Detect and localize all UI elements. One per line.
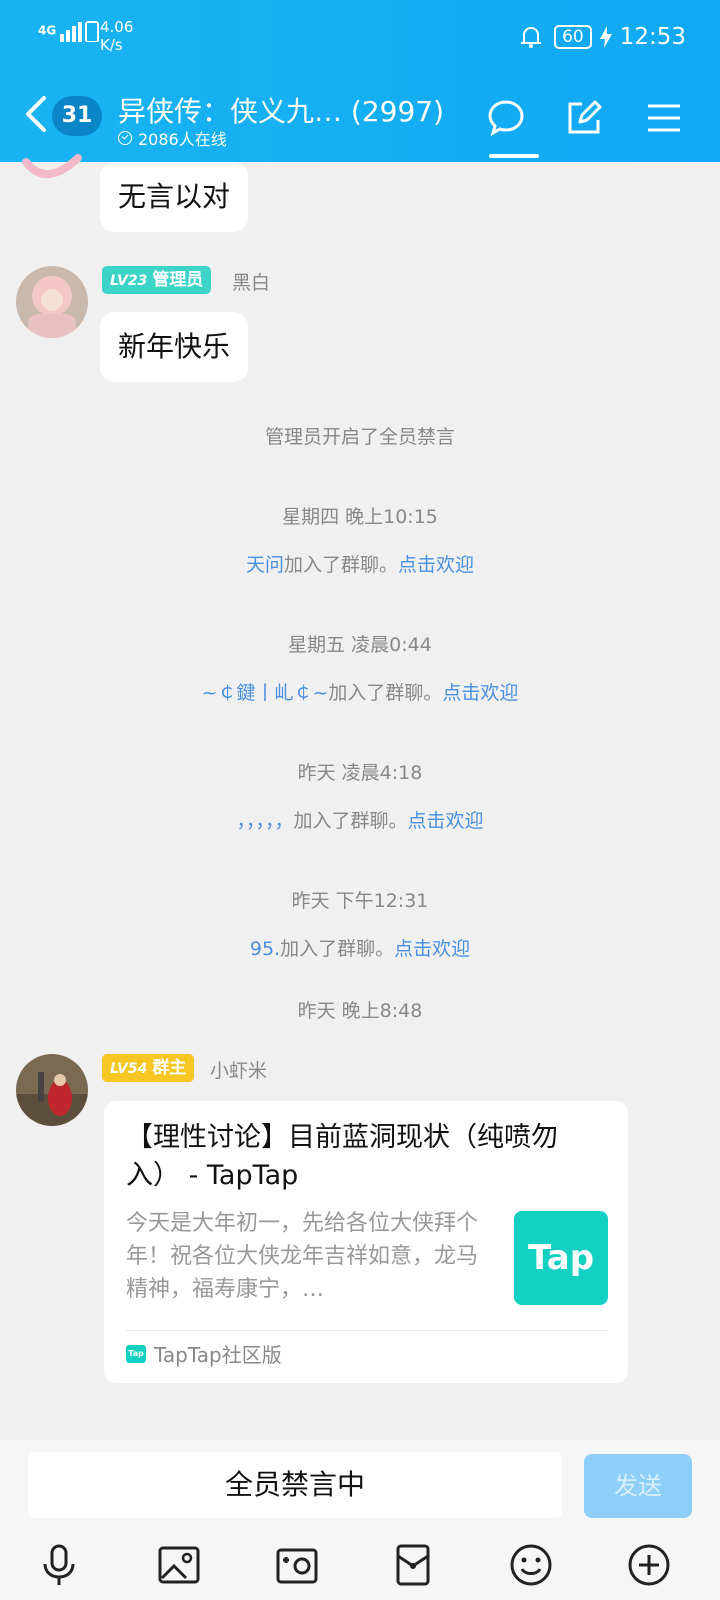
card-title: 【理性讨论】目前蓝洞现状（纯喷勿入） - TapTap — [126, 1122, 558, 1191]
timestamp: 昨天 晚上8:48 — [297, 1000, 423, 1022]
sender-name[interactable]: 黑白 — [232, 268, 270, 295]
taptap-logo: Tap — [514, 1211, 608, 1305]
message-bubble[interactable]: 新年快乐 — [100, 312, 249, 382]
card-description: 今天是大年初一，先给各位大侠拜个年！祝各位大侠龙年吉祥如意，龙马精神，福寿康宁，… — [126, 1211, 479, 1302]
message-input[interactable]: 全员禁言中 — [28, 1452, 562, 1518]
mute-notice: 管理员开启了全员禁言 — [264, 426, 455, 448]
status-bar: 4G 4.06 K/s 60 12:53 — [0, 0, 720, 74]
group-title[interactable]: 异侠传：侠义九… (2997) — [118, 90, 444, 130]
join-notice: ，，，，，加入了群聊。点击欢迎 — [236, 810, 484, 832]
welcome-link[interactable]: 点击欢迎 — [408, 810, 484, 832]
status-right: 60 12:53 — [516, 22, 686, 52]
message-bubble[interactable]: 无言以对 — [100, 162, 249, 232]
clock: 12:53 — [619, 24, 686, 50]
emoji-icon[interactable] — [508, 1542, 554, 1588]
card-divider — [126, 1330, 608, 1331]
chat-nav-bar: 31 异侠传：侠义九… (2997) 2086人在线 — [0, 82, 720, 162]
battery-indicator: 60 — [554, 25, 592, 49]
welcome-link[interactable]: 点击欢迎 — [394, 938, 470, 960]
plus-icon[interactable] — [626, 1542, 672, 1588]
camera-icon[interactable] — [274, 1542, 320, 1588]
online-count: 2086人在线 — [118, 126, 227, 150]
chat-bubble-icon[interactable] — [484, 96, 528, 140]
bell-icon — [521, 26, 542, 48]
level-badge: LV23 管理员 — [102, 266, 212, 294]
welcome-link[interactable]: 点击欢迎 — [398, 554, 474, 576]
menu-icon[interactable] — [642, 96, 686, 140]
join-notice: 95.加入了群聊。点击欢迎 — [249, 938, 471, 960]
microphone-icon[interactable] — [36, 1542, 82, 1588]
timestamp: 昨天 下午12:31 — [291, 890, 429, 912]
avatar[interactable] — [16, 1054, 88, 1126]
member-name[interactable]: 95. — [250, 938, 280, 960]
link-card[interactable]: 【理性讨论】目前蓝洞现状（纯喷勿入） - TapTap 今天是大年初一，先给各位… — [104, 1101, 628, 1383]
header-bar: 4G 4.06 K/s 60 12:53 31 异侠传：侠义九… (2997) … — [0, 0, 720, 162]
image-icon[interactable] — [156, 1542, 202, 1588]
online-check-icon — [118, 131, 132, 145]
unread-count-badge[interactable]: 31 — [52, 96, 102, 136]
taptap-icon: Tap — [126, 1344, 146, 1363]
join-notice: ~￠鍵丨乢￠~加入了群聊。点击欢迎 — [201, 682, 519, 704]
sender-name[interactable]: 小虾米 — [210, 1056, 267, 1083]
member-name[interactable]: ，，，，， — [236, 810, 293, 832]
timestamp: 昨天 凌晨4:18 — [297, 762, 423, 784]
red-packet-icon[interactable] — [390, 1542, 436, 1588]
network-indicator: 4G — [38, 20, 100, 43]
avatar[interactable] — [16, 140, 88, 184]
level-badge: LV54 群主 — [102, 1054, 195, 1082]
network-speed: 4.06 K/s — [100, 18, 134, 54]
welcome-link[interactable]: 点击欢迎 — [442, 682, 518, 704]
charging-icon — [599, 26, 612, 48]
active-tab-indicator — [489, 154, 539, 158]
timestamp: 星期五 凌晨0:44 — [288, 634, 432, 656]
signal-icon — [60, 21, 100, 43]
member-name[interactable]: 天问 — [246, 554, 284, 576]
back-arrow-icon[interactable] — [20, 94, 50, 134]
card-source: Tap TapTap社区版 — [126, 1339, 282, 1368]
edit-icon[interactable] — [562, 96, 606, 140]
network-type: 4G — [38, 23, 57, 38]
join-notice: 天问加入了群聊。点击欢迎 — [245, 554, 475, 576]
send-button[interactable]: 发送 — [584, 1454, 692, 1518]
member-name[interactable]: ~￠鍵丨乢￠~ — [202, 682, 329, 704]
timestamp: 星期四 晚上10:15 — [282, 506, 438, 528]
avatar[interactable] — [16, 266, 88, 338]
input-bar: 全员禁言中 发送 — [0, 1440, 720, 1600]
